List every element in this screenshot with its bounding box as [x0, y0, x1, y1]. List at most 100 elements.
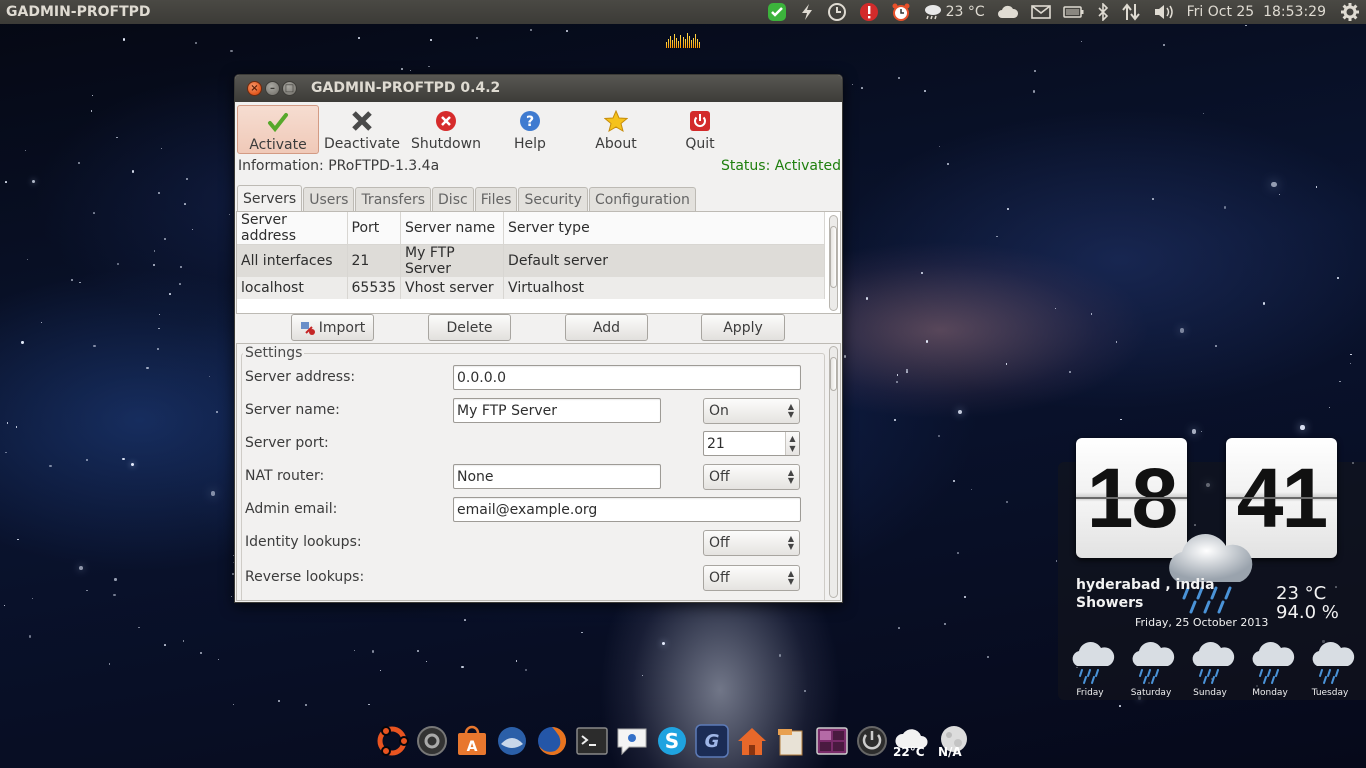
identity-lookups-select[interactable]: Off ▲ ▼ [703, 530, 800, 556]
shutdown-button[interactable]: Shutdown [405, 105, 487, 154]
firefox-icon[interactable] [532, 721, 572, 761]
table-row[interactable]: All interfaces 21 My FTP Server Default … [237, 244, 825, 277]
tab-files[interactable]: Files [474, 187, 518, 212]
clock-indicator[interactable]: Fri Oct 25 18:53:29 [1181, 0, 1334, 24]
tab-disc[interactable]: Disc [432, 187, 474, 212]
apply-button[interactable]: Apply [701, 314, 785, 341]
alert-icon[interactable] [853, 0, 885, 24]
star [938, 146, 940, 148]
column-header-server-type[interactable]: Server type [503, 212, 825, 245]
update-ok-icon[interactable] [761, 0, 793, 24]
column-header-server-name[interactable]: Server name [400, 212, 505, 245]
import-button[interactable]: Import [291, 314, 374, 341]
svg-text:S: S [665, 729, 679, 753]
column-header-server-address[interactable]: Server address [237, 212, 348, 245]
nat-router-field[interactable]: None [453, 464, 661, 489]
star [26, 258, 29, 260]
window-maximize-button[interactable]: □ [282, 81, 297, 96]
star [921, 271, 924, 274]
power-flash-icon[interactable] [793, 0, 821, 24]
visualizer-bar [695, 34, 696, 48]
alarm-clock-icon[interactable] [885, 0, 917, 24]
clock-icon[interactable] [821, 0, 853, 24]
star [1007, 208, 1010, 211]
nat-router-toggle-value: Off [709, 469, 730, 485]
reverse-lookups-value: Off [709, 570, 730, 586]
tab-security[interactable]: Security [518, 187, 588, 212]
forecast-rain-cloud-icon [1192, 642, 1235, 684]
activate-button[interactable]: Activate [237, 105, 319, 154]
battery-icon[interactable] [1057, 0, 1091, 24]
settings-scrollbar[interactable] [829, 346, 838, 598]
mail-icon[interactable] [1025, 0, 1057, 24]
window-close-button[interactable]: × [247, 81, 262, 96]
about-label: About [595, 136, 637, 152]
tab-transfers[interactable]: Transfers [355, 187, 432, 212]
table-row[interactable]: localhost 65535 Vhost server Virtualhost [237, 277, 825, 299]
visualizer-bar [675, 38, 677, 48]
star [24, 150, 26, 152]
scrollbar-thumb[interactable] [830, 357, 837, 391]
window-titlebar[interactable]: × – □ GADMIN-PROFTPD 0.4.2 [235, 75, 842, 102]
star [953, 479, 956, 482]
star [353, 649, 356, 652]
home-folder-icon[interactable] [732, 721, 772, 761]
add-button[interactable]: Add [565, 314, 648, 341]
files-icon[interactable] [772, 721, 812, 761]
workspace-switcher-icon[interactable] [812, 721, 852, 761]
volume-icon[interactable] [1147, 0, 1181, 24]
network-icon[interactable] [1115, 0, 1147, 24]
star [91, 94, 94, 97]
skype-icon[interactable]: S [652, 721, 692, 761]
system-settings-icon[interactable] [412, 721, 452, 761]
gadmin-proftpd-icon[interactable]: G [692, 721, 732, 761]
star [184, 203, 187, 205]
spin-arrows-icon[interactable]: ▲ ▼ [785, 432, 799, 455]
server-address-field[interactable]: 0.0.0.0 [453, 365, 801, 390]
cloud-icon[interactable] [991, 0, 1025, 24]
quit-button[interactable]: Quit [659, 105, 741, 154]
admin-email-label: Admin email: [245, 501, 338, 517]
weather-indicator[interactable]: 23 °C [917, 0, 991, 24]
ubuntu-logo-icon[interactable] [372, 721, 412, 761]
tab-users[interactable]: Users [303, 187, 355, 212]
admin-email-field[interactable]: email@example.org [453, 497, 801, 522]
server-port-spinner[interactable]: 21 ▲ ▼ [703, 431, 800, 456]
dock-weather-icon[interactable]: 22°C [892, 721, 932, 761]
reverse-lookups-select[interactable]: Off ▲ ▼ [703, 565, 800, 591]
server-name-toggle[interactable]: On ▲ ▼ [703, 398, 800, 424]
chat-icon[interactable] [612, 721, 652, 761]
settings-gear-icon[interactable] [1334, 0, 1366, 24]
servers-scrollbar[interactable] [829, 215, 838, 311]
star [210, 491, 216, 497]
delete-button[interactable]: Delete [428, 314, 511, 341]
dock-weather-na-icon[interactable]: N/A [934, 721, 974, 761]
software-center-icon[interactable]: A [452, 721, 492, 761]
tab-servers[interactable]: Servers [237, 185, 303, 212]
thunderbird-icon[interactable] [492, 721, 532, 761]
weather-location: hyderabad , india [1076, 577, 1215, 593]
bluetooth-icon[interactable] [1091, 0, 1115, 24]
star [566, 29, 569, 32]
quit-label: Quit [685, 136, 715, 152]
star [209, 375, 211, 378]
window-minimize-button[interactable]: – [265, 81, 280, 96]
about-button[interactable]: About [575, 105, 657, 154]
scrollbar-thumb[interactable] [830, 226, 837, 288]
deactivate-button[interactable]: Deactivate [321, 105, 403, 154]
visualizer-bar [697, 39, 698, 48]
cell-port: 65535 [347, 277, 402, 299]
star [986, 655, 989, 658]
cell-server-address: localhost [237, 277, 348, 299]
column-header-port[interactable]: Port [347, 212, 402, 245]
nat-router-toggle[interactable]: Off ▲ ▼ [703, 464, 800, 490]
star [1068, 370, 1071, 373]
power-icon[interactable] [852, 721, 892, 761]
terminal-icon[interactable] [572, 721, 612, 761]
tab-configuration[interactable]: Configuration [588, 187, 696, 212]
star [31, 597, 34, 600]
server-name-field[interactable]: My FTP Server [453, 398, 661, 423]
help-button[interactable]: ? Help [489, 105, 571, 154]
star [803, 689, 806, 692]
star [164, 644, 166, 646]
